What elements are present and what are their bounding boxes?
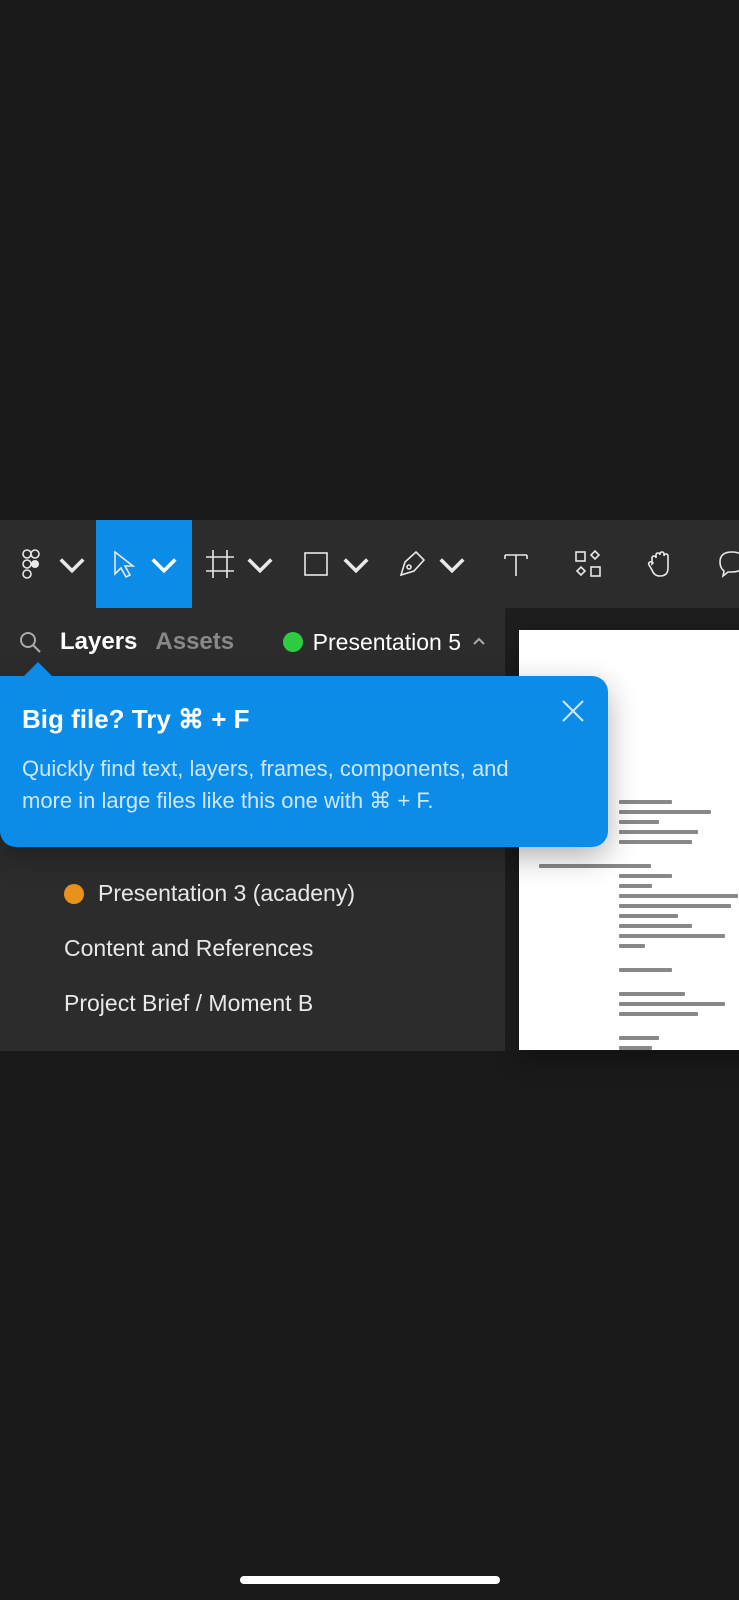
status-dot-icon: [64, 884, 84, 904]
page-item[interactable]: Project Brief / Moment B: [0, 976, 505, 1031]
chevron-up-icon: [471, 634, 487, 650]
page-item-label: Project Brief / Moment B: [64, 990, 313, 1017]
comment-tool[interactable]: [696, 520, 739, 608]
tab-assets[interactable]: Assets: [155, 628, 234, 656]
left-panel-header: Layers Assets Presentation 5: [0, 608, 505, 676]
status-dot-icon: [283, 632, 303, 652]
page-selector[interactable]: Presentation 5: [283, 629, 487, 656]
page-item[interactable]: Content and References: [0, 921, 505, 976]
close-icon[interactable]: [558, 696, 588, 726]
shape-tool-icon: [298, 546, 334, 582]
shape-tool[interactable]: [288, 520, 384, 608]
search-icon[interactable]: [18, 630, 42, 654]
main-menu-button[interactable]: [10, 520, 96, 608]
layers-list: Big file? Try ⌘ + F Quickly find text, l…: [0, 676, 505, 1051]
frame-tool[interactable]: [192, 520, 288, 608]
move-tool-icon: [106, 546, 142, 582]
tooltip-body: Quickly find text, layers, frames, compo…: [22, 753, 522, 817]
pen-tool-icon: [394, 546, 430, 582]
tab-layers[interactable]: Layers: [60, 628, 137, 656]
search-hint-tooltip: Big file? Try ⌘ + F Quickly find text, l…: [0, 676, 608, 847]
chevron-down-icon: [242, 546, 278, 582]
move-tool[interactable]: [96, 520, 192, 608]
comment-tool-icon: [714, 546, 739, 582]
chevron-down-icon: [434, 546, 470, 582]
tooltip-title: Big file? Try ⌘ + F: [22, 704, 578, 735]
resources-tool[interactable]: [552, 520, 624, 608]
page-item-label: Content and References: [64, 935, 313, 962]
text-tool-icon: [498, 546, 534, 582]
page-item[interactable]: Presentation 3 (acadeny): [0, 866, 505, 921]
frame-tool-icon: [202, 546, 238, 582]
home-indicator[interactable]: [240, 1576, 500, 1584]
current-page-name: Presentation 5: [313, 629, 461, 656]
figma-logo-icon: [14, 546, 50, 582]
page-item-label: Presentation 3 (acadeny): [98, 880, 355, 907]
hand-tool-icon: [642, 546, 678, 582]
hand-tool[interactable]: [624, 520, 696, 608]
chevron-down-icon: [338, 546, 374, 582]
main-toolbar: [0, 520, 739, 608]
chevron-down-icon: [54, 546, 90, 582]
resources-tool-icon: [570, 546, 606, 582]
pen-tool[interactable]: [384, 520, 480, 608]
text-tool[interactable]: [480, 520, 552, 608]
chevron-down-icon: [146, 546, 182, 582]
